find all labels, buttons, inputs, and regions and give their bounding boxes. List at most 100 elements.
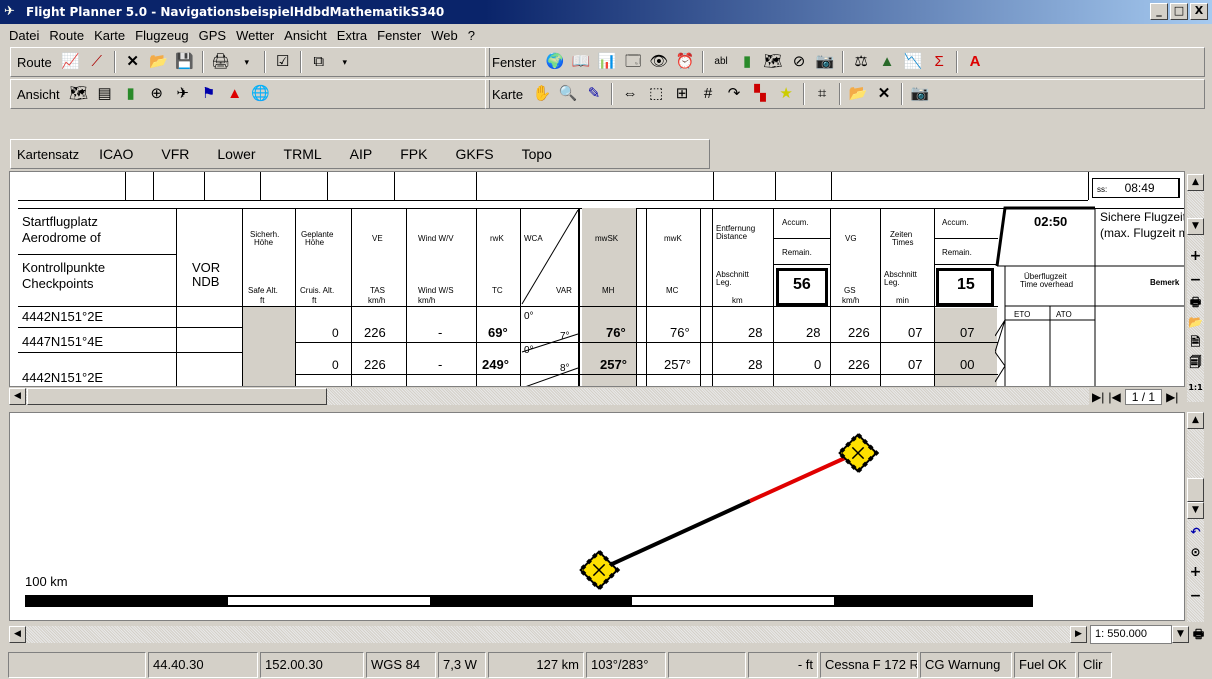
scroll-left-icon[interactable]: ◀ bbox=[9, 626, 26, 643]
list-view-icon[interactable]: ▤ bbox=[94, 83, 116, 105]
page-icon[interactable]: 🗎 bbox=[1187, 332, 1204, 352]
cell-mc[interactable]: 76° bbox=[670, 325, 690, 340]
menu-ansicht[interactable]: Ansicht bbox=[279, 28, 332, 43]
close-button[interactable]: X bbox=[1190, 3, 1208, 20]
map-vertical-scrollbar[interactable]: ▲ ▼ ↶ ⊙ + − bbox=[1187, 412, 1204, 622]
eye-icon[interactable]: 👁 bbox=[648, 51, 670, 73]
maximize-button[interactable]: □ bbox=[1170, 3, 1188, 20]
page-down-icon[interactable]: 🗐 bbox=[1187, 352, 1204, 372]
kartensatz-topo-button[interactable]: Topo bbox=[508, 146, 566, 162]
checkpoint-name[interactable]: 4442N151°2E bbox=[22, 370, 103, 385]
menu-flugzeug[interactable]: Flugzeug bbox=[130, 28, 193, 43]
cell-var[interactable]: 7° bbox=[560, 332, 570, 342]
menu-gps[interactable]: GPS bbox=[194, 28, 231, 43]
scroll-up-icon[interactable]: ▲ bbox=[1187, 412, 1204, 429]
cell-tc[interactable]: 249° bbox=[482, 357, 509, 372]
sum-icon[interactable]: Σ bbox=[928, 51, 950, 73]
layers-icon[interactable]: ▚ bbox=[749, 83, 771, 105]
cell-accum-time[interactable]: 07 bbox=[960, 325, 974, 340]
cell-tas[interactable]: 226 bbox=[364, 357, 386, 372]
cell-wind[interactable]: - bbox=[438, 357, 442, 372]
cell-cruis-alt[interactable]: 0 bbox=[332, 326, 339, 340]
zoom-window-icon[interactable]: ⧉ bbox=[308, 51, 330, 73]
first-page-icon[interactable]: ▶| bbox=[1092, 390, 1104, 404]
cell-gs[interactable]: 226 bbox=[848, 357, 870, 372]
scroll-right-icon[interactable]: ▶ bbox=[1070, 626, 1087, 643]
textbox-icon[interactable]: abl bbox=[710, 51, 732, 73]
open-folder-icon[interactable]: 📂 bbox=[1187, 312, 1204, 332]
warning-icon[interactable]: A bbox=[964, 51, 986, 73]
compass-icon[interactable]: ⊘ bbox=[788, 51, 810, 73]
cell-mh[interactable]: 257° bbox=[600, 357, 627, 372]
zoom-minus-icon[interactable]: − bbox=[1187, 586, 1204, 606]
chevron-down-icon[interactable]: ▼ bbox=[1172, 626, 1189, 643]
kartensatz-fpk-button[interactable]: FPK bbox=[386, 146, 441, 162]
crop-icon[interactable]: ⌗ bbox=[811, 83, 833, 105]
center-icon[interactable]: ⊙ bbox=[1187, 542, 1204, 562]
scroll-left-icon[interactable]: ◀ bbox=[9, 388, 26, 405]
chevron-down-icon[interactable]: ▾ bbox=[236, 51, 258, 73]
kartensatz-trml-button[interactable]: TRML bbox=[270, 146, 336, 162]
prev-page-icon[interactable]: |◀ bbox=[1108, 390, 1120, 404]
weight-icon[interactable]: ▲ bbox=[876, 51, 898, 73]
scroll-down-icon[interactable]: ▼ bbox=[1187, 218, 1204, 235]
print-icon[interactable]: 🖶 bbox=[1190, 624, 1207, 644]
kartensatz-lower-button[interactable]: Lower bbox=[203, 146, 269, 162]
weather-map-icon[interactable]: 🗺 bbox=[762, 51, 784, 73]
map-view[interactable]: 100 km bbox=[9, 412, 1185, 621]
cell-mh[interactable]: 76° bbox=[606, 325, 626, 340]
grid-icon[interactable]: ⊞ bbox=[671, 83, 693, 105]
scroll-thumb[interactable] bbox=[27, 388, 327, 405]
checkbox-icon[interactable]: ☑ bbox=[272, 51, 294, 73]
cell-min[interactable]: 07 bbox=[908, 325, 922, 340]
globe-icon[interactable]: 🌍 bbox=[544, 51, 566, 73]
map-view-icon[interactable]: 🗺 bbox=[68, 83, 90, 105]
cell-tas[interactable]: 226 bbox=[364, 325, 386, 340]
gps-view-icon[interactable]: ▮ bbox=[120, 83, 142, 105]
menu-wetter[interactable]: Wetter bbox=[231, 28, 279, 43]
curve-icon[interactable]: ↷ bbox=[723, 83, 745, 105]
menu-web[interactable]: Web bbox=[426, 28, 463, 43]
print-icon[interactable]: 🖨 bbox=[210, 51, 232, 73]
airplane-icon[interactable]: ✈ bbox=[172, 83, 194, 105]
delete-icon[interactable]: ✕ bbox=[122, 51, 144, 73]
menu-fenster[interactable]: Fenster bbox=[372, 28, 426, 43]
minimize-button[interactable]: _ bbox=[1150, 3, 1168, 20]
arrows-horizontal-icon[interactable]: ⇔ bbox=[619, 83, 641, 105]
route-edit-icon[interactable]: 📈 bbox=[60, 51, 82, 73]
cell-wca[interactable]: 0° bbox=[524, 312, 534, 322]
kartensatz-aip-button[interactable]: AIP bbox=[336, 146, 387, 162]
chevron-down-icon[interactable]: ▾ bbox=[334, 51, 356, 73]
checkpoint-name[interactable]: 4442N151°2E bbox=[22, 309, 103, 324]
book-icon[interactable]: 📖 bbox=[570, 51, 592, 73]
kartensatz-vfr-button[interactable]: VFR bbox=[147, 146, 203, 162]
cell-mc[interactable]: 257° bbox=[664, 357, 691, 372]
hash-icon[interactable]: # bbox=[697, 83, 719, 105]
scroll-down-icon[interactable]: ▼ bbox=[1187, 502, 1204, 519]
scroll-up-icon[interactable]: ▲ bbox=[1187, 174, 1204, 191]
delete-icon[interactable]: ✕ bbox=[873, 83, 895, 105]
airport-icon[interactable]: ⊕ bbox=[146, 83, 168, 105]
warning-icon[interactable]: ▲ bbox=[224, 83, 246, 105]
menu-datei[interactable]: Datei bbox=[4, 28, 44, 43]
pencil-icon[interactable]: ✎ bbox=[583, 83, 605, 105]
cell-var[interactable]: 8° bbox=[560, 364, 570, 374]
undo-icon[interactable]: ↶ bbox=[1187, 522, 1204, 542]
flag-icon[interactable]: ⚑ bbox=[198, 83, 220, 105]
next-page-icon[interactable]: ▶| bbox=[1166, 390, 1178, 404]
cell-leg[interactable]: 28 bbox=[748, 357, 762, 372]
map-horizontal-scrollbar[interactable]: ◀ ▶ bbox=[9, 626, 1087, 643]
cell-min[interactable]: 07 bbox=[908, 357, 922, 372]
cell-gs[interactable]: 226 bbox=[848, 325, 870, 340]
select-rect-icon[interactable]: ⬚ bbox=[645, 83, 667, 105]
hand-icon[interactable]: ✋ bbox=[531, 83, 553, 105]
cell-accum[interactable]: 28 bbox=[806, 325, 820, 340]
scroll-thumb[interactable] bbox=[1187, 478, 1204, 502]
kartensatz-gkfs-button[interactable]: GKFS bbox=[441, 146, 507, 162]
window-icon[interactable]: 🗔 bbox=[622, 51, 644, 73]
one-to-one-icon[interactable]: 1:1 bbox=[1187, 378, 1204, 398]
gps-device-icon[interactable]: ▮ bbox=[736, 51, 758, 73]
camera-icon[interactable]: 📷 bbox=[909, 83, 931, 105]
magnifier-icon[interactable]: 🔍 bbox=[557, 83, 579, 105]
log-horizontal-scrollbar[interactable]: ◀ bbox=[9, 388, 1089, 405]
